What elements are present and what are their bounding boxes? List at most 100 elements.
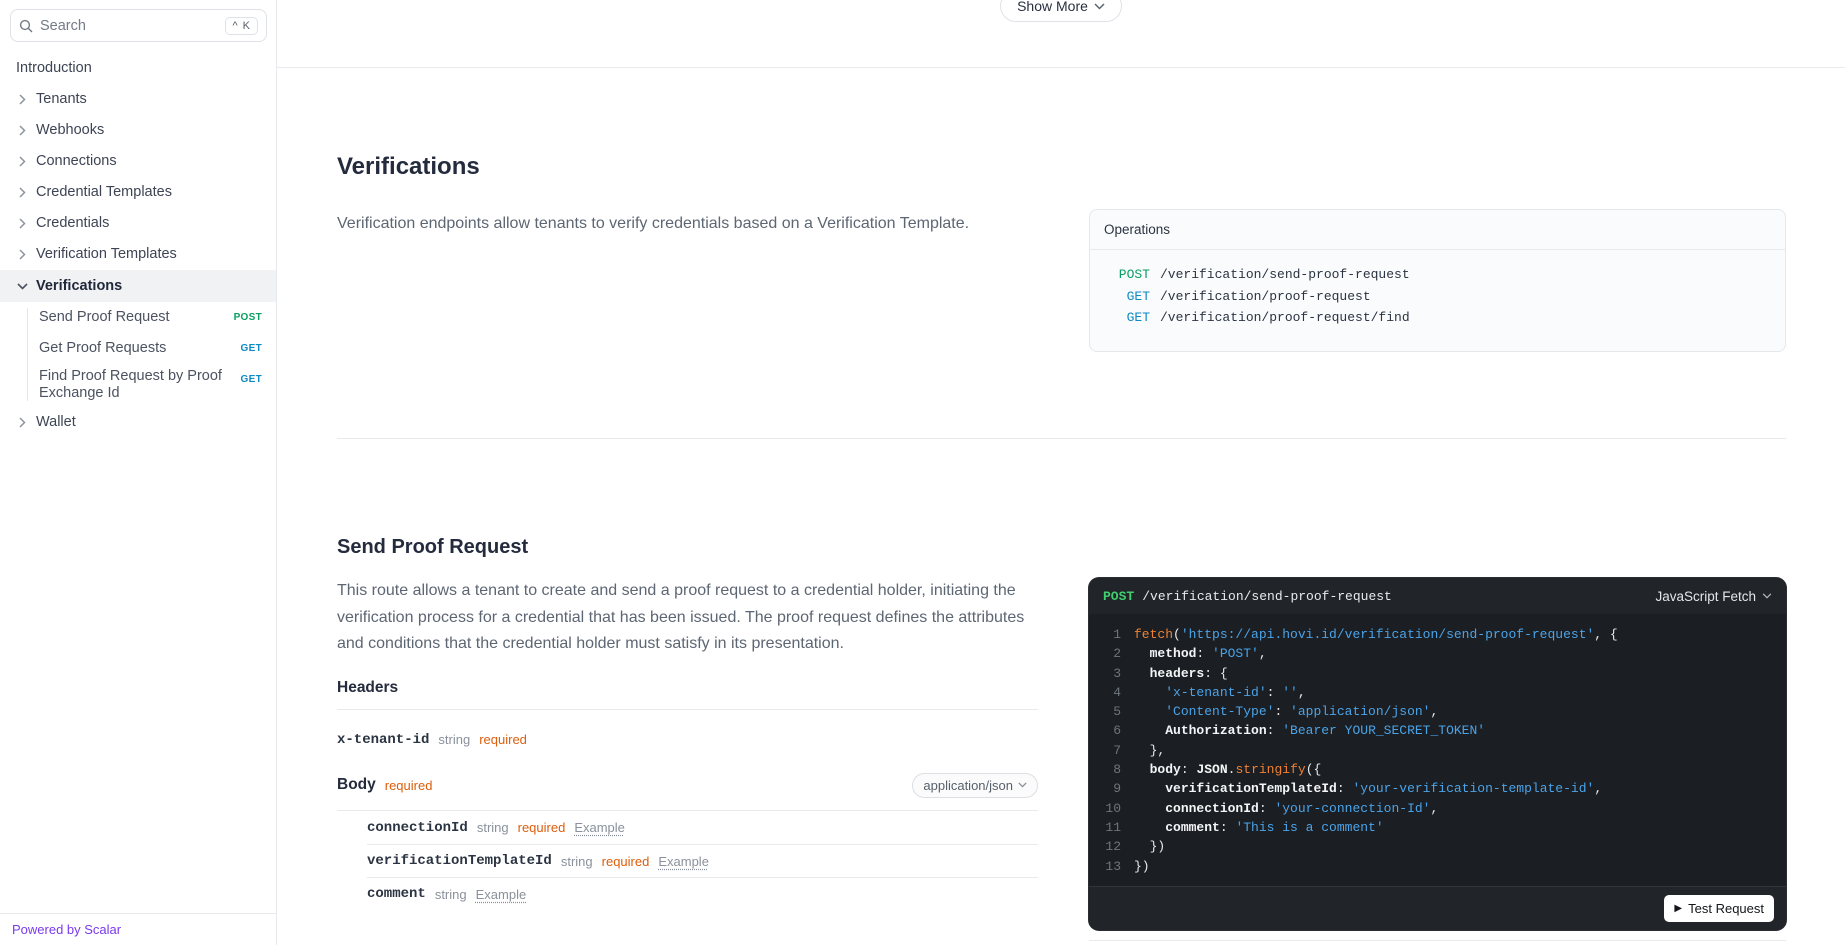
operation-method: GET — [1126, 310, 1150, 325]
param-type: string — [438, 732, 471, 747]
chevron-down-icon — [16, 282, 28, 290]
code-text: headers: { — [1149, 665, 1228, 681]
chevron-right-icon — [16, 125, 28, 136]
code-text: 'x-tenant-id': '', — [1165, 684, 1306, 700]
method-badge: POST — [233, 312, 262, 323]
code-line: 10 connectionId: 'your-connection-Id', — [1089, 799, 1786, 818]
headers-section-title: Headers — [337, 679, 1038, 710]
code-text: }) — [1134, 839, 1166, 855]
language-select[interactable]: JavaScript Fetch — [1655, 589, 1772, 604]
line-number: 8 — [1113, 762, 1121, 778]
chevron-right-icon — [16, 187, 28, 198]
search-icon — [19, 19, 33, 33]
sidebar-item-label: Webhooks — [36, 122, 105, 139]
code-method-badge: POST — [1103, 588, 1135, 604]
method-badge: GET — [240, 343, 262, 354]
body-section-row: Body required application/json — [337, 768, 1038, 802]
sidebar-item-verification-templates[interactable]: Verification Templates — [0, 239, 276, 270]
sidebar-item-get-proof-requests[interactable]: Get Proof Requests GET — [27, 333, 276, 364]
line-number: 12 — [1105, 839, 1121, 855]
operation-row[interactable]: GET/verification/proof-request/find — [1104, 307, 1771, 329]
param-example-link[interactable]: Example — [476, 887, 527, 902]
sidebar-item-credential-templates[interactable]: Credential Templates — [0, 177, 276, 208]
page-description: Verification endpoints allow tenants to … — [337, 215, 970, 232]
body-params-list: connectionId string required Example verific… — [337, 810, 1038, 910]
code-line: 1 fetch('https://api.hovi.id/verification… — [1089, 625, 1786, 644]
sidebar-item-wallet[interactable]: Wallet — [0, 407, 276, 438]
sidebar-item-find-proof-request-by-proof-exchange-id[interactable]: Find Proof Request by Proof Exchange Id G… — [27, 364, 276, 407]
param-type: string — [560, 853, 593, 869]
search-input[interactable]: Search ^ K — [10, 9, 267, 42]
code-text: }) — [1134, 858, 1150, 874]
code-line: 2 method: 'POST', — [1089, 644, 1786, 663]
param-name: verificationTemplateId — [367, 853, 552, 869]
sidebar-item-label: Verifications — [36, 277, 123, 294]
param-example-link[interactable]: Example — [658, 854, 709, 869]
operations-list: POST/verification/send-proof-request GET /… — [1090, 250, 1785, 351]
sidebar-item-send-proof-request[interactable]: Send Proof Request POST — [27, 302, 276, 333]
operation-row[interactable]: GET/verification/proof-request — [1104, 286, 1771, 308]
line-number: 1 — [1113, 627, 1121, 642]
language-value: JavaScript Fetch — [1655, 588, 1756, 604]
param-example-link[interactable]: Example — [574, 820, 625, 835]
chevron-right-icon — [16, 94, 28, 105]
param-type: string — [434, 886, 467, 902]
code-text: verificationTemplateId: 'your-verificati… — [1165, 781, 1603, 797]
sidebar-item-credentials[interactable]: Credentials — [0, 208, 276, 239]
responses-divider — [1089, 940, 1786, 941]
powered-by-scalar-link[interactable]: Powered by Scalar — [12, 922, 121, 937]
sidebar-item-tenants[interactable]: Tenants — [0, 84, 276, 115]
sidebar-item-label: Wallet — [36, 414, 76, 431]
code-panel-footer: ▶ Test Request — [1089, 886, 1786, 930]
show-more-button[interactable]: Show More — [1000, 0, 1122, 22]
operation-row[interactable]: POST/verification/send-proof-request — [1104, 264, 1771, 286]
method-badge: GET — [240, 374, 262, 385]
header-param-row: x-tenant-id string required — [337, 723, 1038, 756]
code-text: body: JSON.stringify({ — [1149, 762, 1322, 778]
line-number: 9 — [1113, 781, 1121, 797]
sidebar-item-label: Get Proof Requests — [39, 339, 167, 356]
operation-path: /verification/proof-request — [1160, 288, 1371, 304]
operation-method: POST — [1118, 267, 1150, 282]
code-path: /verification/send-proof-request — [1142, 588, 1392, 604]
operations-title: Operations — [1090, 210, 1785, 250]
sidebar-item-introduction[interactable]: Introduction — [0, 53, 276, 84]
sidebar-item-label: Introduction — [16, 60, 92, 77]
sidebar-item-webhooks[interactable]: Webhooks — [0, 115, 276, 146]
code-text: 'Content-Type': 'application/json', — [1165, 704, 1439, 720]
operations-card: Operations POST/verification/send-proof-… — [1089, 209, 1786, 352]
body-required-badge: required — [384, 777, 433, 793]
sidebar-item-label: Tenants — [36, 91, 87, 108]
line-number: 10 — [1105, 800, 1121, 816]
operation-method: GET — [1126, 288, 1150, 304]
sidebar: Search ^ K Introduction Tenants Webhooks Co… — [0, 0, 277, 945]
code-line: 7 }, — [1089, 741, 1786, 760]
sidebar-item-connections[interactable]: Connections — [0, 146, 276, 177]
code-text: }, — [1134, 742, 1166, 758]
code-text: comment: 'This is a comment' — [1165, 819, 1384, 835]
sidebar-item-verifications[interactable]: Verifications — [0, 270, 276, 302]
param-name: x-tenant-id — [337, 731, 430, 748]
line-number: 4 — [1113, 684, 1121, 700]
chevron-down-icon — [1094, 2, 1105, 10]
chevron-down-icon — [1762, 593, 1772, 599]
sidebar-item-label: Connections — [36, 153, 117, 170]
code-line: 6 Authorization: 'Bearer YOUR_SECRET_TOK… — [1089, 721, 1786, 740]
sidebar-item-label: Send Proof Request — [39, 308, 170, 325]
line-number: 2 — [1113, 646, 1121, 662]
line-number: 13 — [1105, 858, 1121, 874]
endpoint-description: This route allows a tenant to create and… — [337, 582, 1025, 652]
main-area: Show More Verifications Verification end… — [277, 0, 1845, 945]
code-line: 13}) — [1089, 857, 1786, 876]
sidebar-footer: Powered by Scalar — [0, 913, 276, 945]
test-request-button[interactable]: ▶ Test Request — [1664, 895, 1774, 922]
code-line: 11 comment: 'This is a comment' — [1089, 818, 1786, 837]
content-type-select[interactable]: application/json — [912, 772, 1038, 798]
sidebar-item-label: Credentials — [36, 215, 110, 232]
operation-path: /verification/proof-request/find — [1160, 310, 1410, 325]
code-line: 8 body: JSON.stringify({ — [1089, 760, 1786, 779]
code-line: 4 'x-tenant-id': '', — [1089, 683, 1786, 702]
chevron-right-icon — [16, 218, 28, 229]
code-example-panel: POST /verification/send-proof-request Ja… — [1089, 578, 1786, 930]
line-number: 3 — [1113, 665, 1121, 681]
